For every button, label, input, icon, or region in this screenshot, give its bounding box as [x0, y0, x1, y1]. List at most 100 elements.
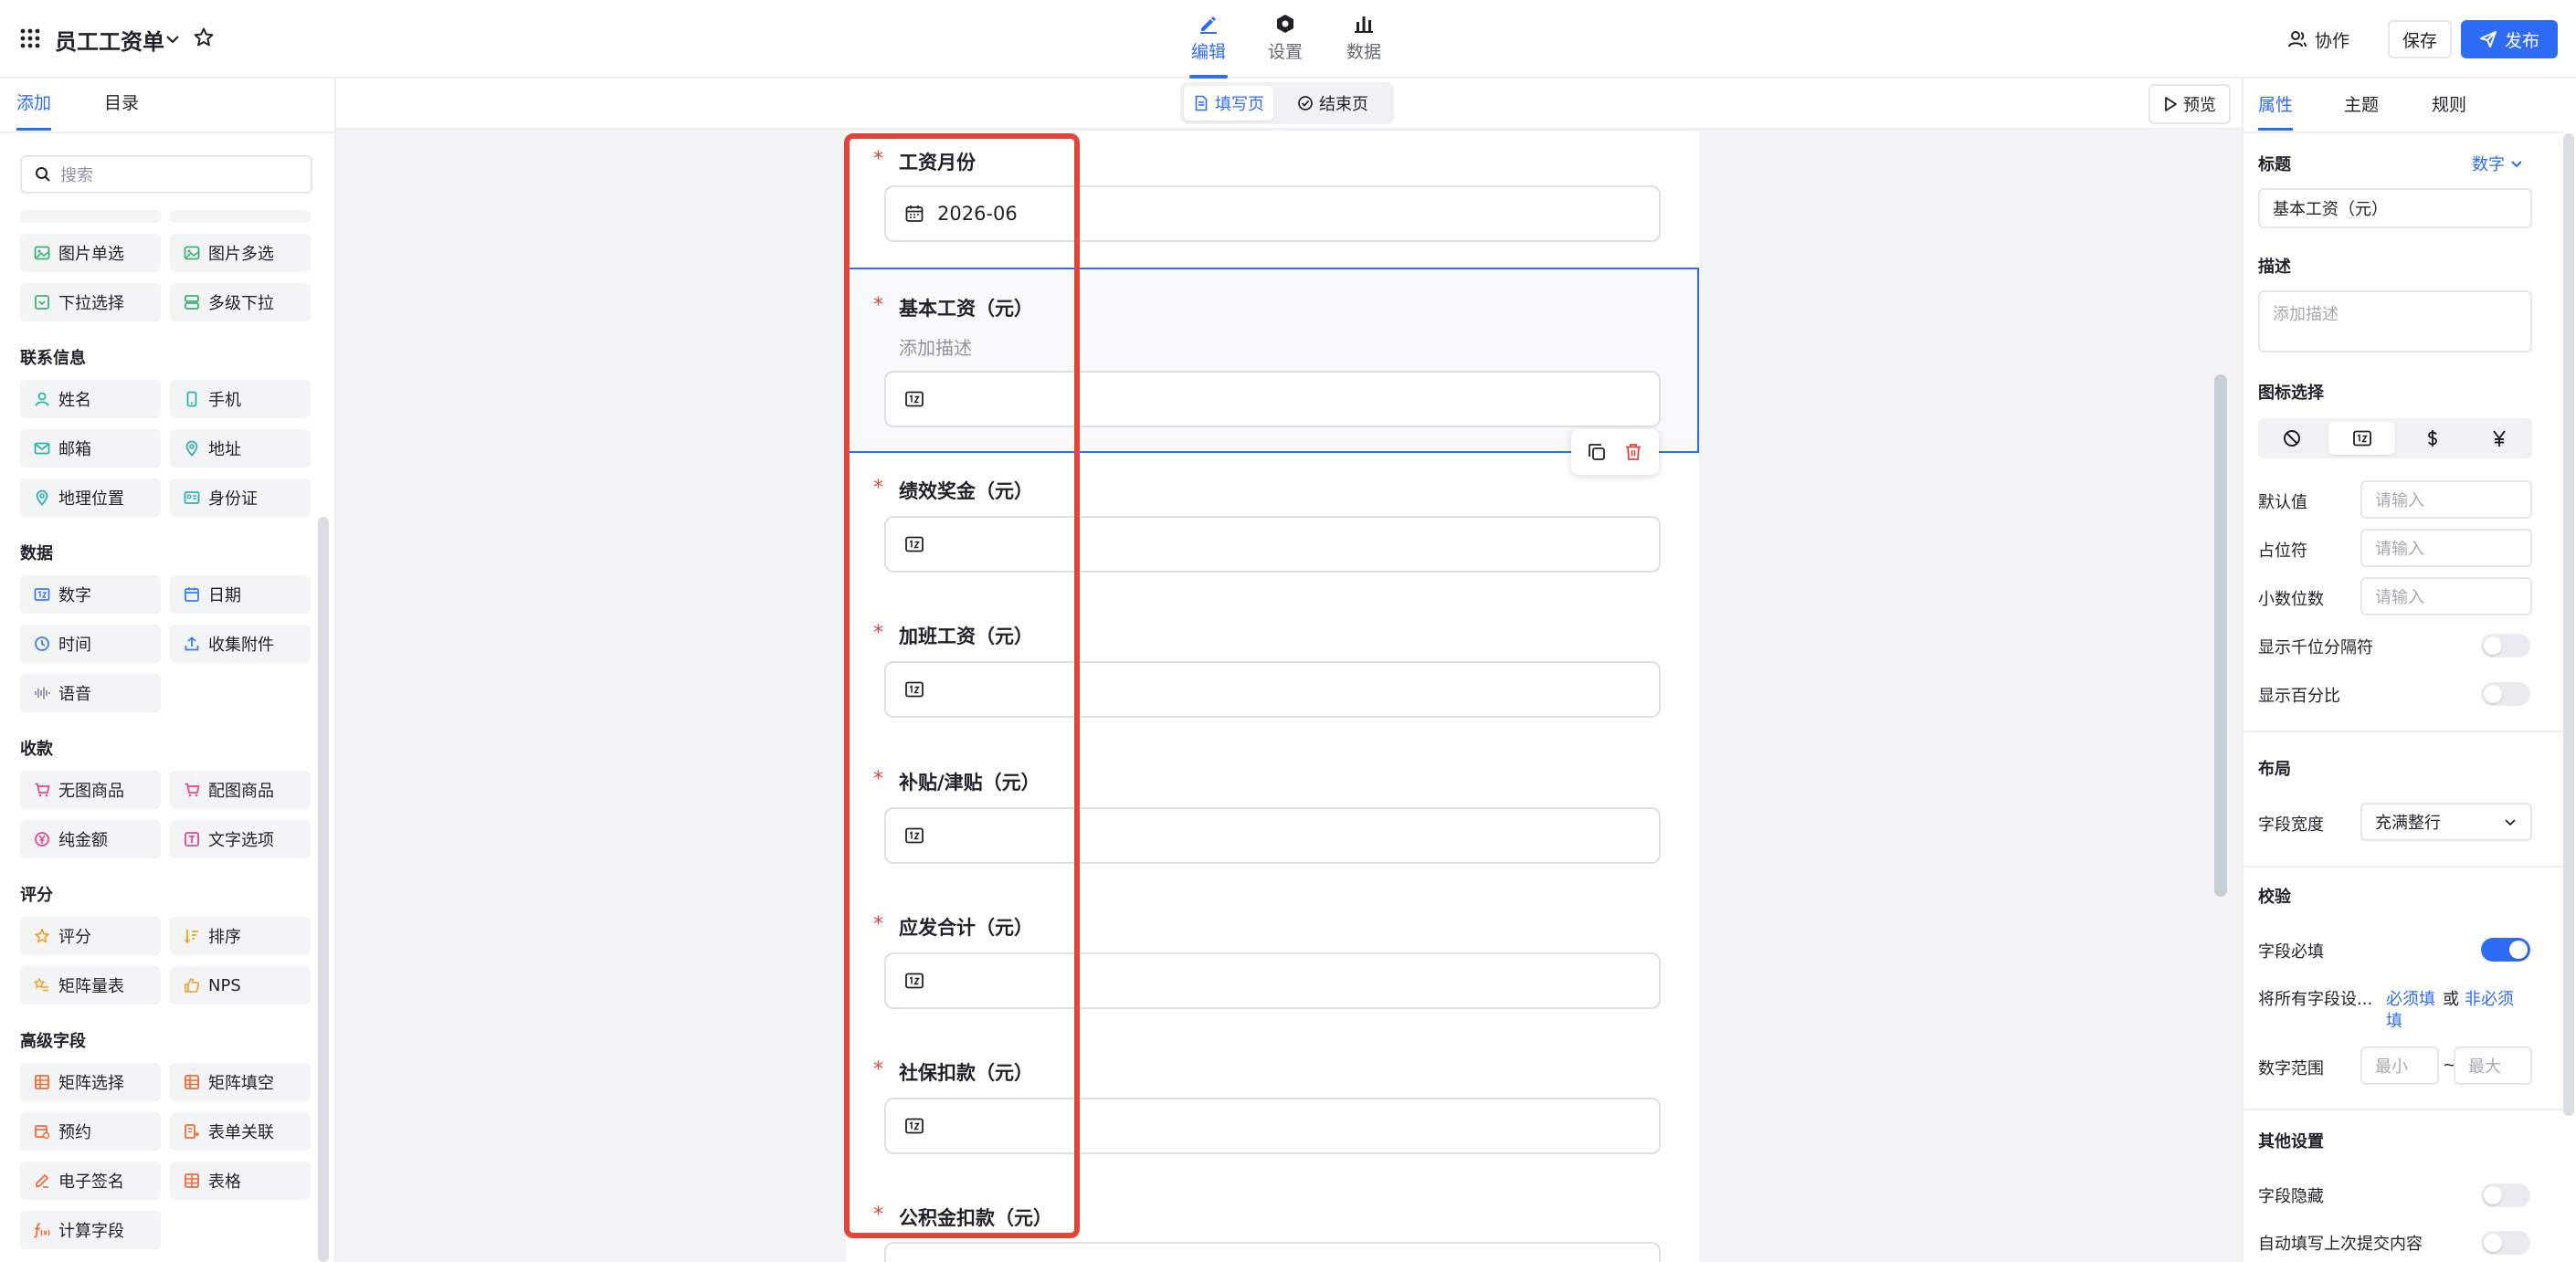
copy-icon[interactable] [1587, 442, 1607, 462]
field-image-multi[interactable]: 图片多选 [170, 234, 311, 272]
left-scrollbar[interactable] [318, 517, 329, 1262]
set-all-required-link[interactable]: 必须填 [2386, 986, 2435, 1010]
field-address[interactable]: 地址 [170, 429, 311, 468]
field-date[interactable]: 日期 [170, 575, 311, 614]
item-label: 无图商品 [58, 782, 124, 801]
canvas-scrollbar[interactable] [2214, 374, 2227, 897]
item-label: 图片多选 [208, 245, 274, 264]
tab-end-page[interactable]: 结束页 [1288, 86, 1378, 121]
item-label: 预约 [58, 1123, 91, 1142]
number-icon-option[interactable] [2328, 422, 2395, 455]
tab-fill-page[interactable]: 填写页 [1184, 86, 1273, 121]
text-box-icon [183, 830, 201, 848]
section-data: 数据 [20, 544, 53, 563]
image-icon [33, 244, 51, 262]
star-icon[interactable] [193, 26, 215, 48]
field-sort[interactable]: 排序 [170, 917, 311, 955]
save-button[interactable]: 保存 [2388, 20, 2452, 58]
placeholder-input[interactable]: 请输入 [2360, 529, 2532, 567]
percent-toggle[interactable] [2481, 682, 2530, 706]
yen-icon-option[interactable] [2465, 418, 2532, 458]
list-item-clipped [20, 210, 161, 223]
field-image-single[interactable]: 图片单选 [20, 234, 161, 272]
item-label: 评分 [58, 928, 91, 947]
field-product-img[interactable]: 配图商品 [170, 771, 311, 809]
field-calculation[interactable]: 计算字段 [20, 1211, 161, 1249]
range-max-input[interactable]: 最大 [2454, 1046, 2532, 1085]
field-product-noimg[interactable]: 无图商品 [20, 771, 161, 809]
field-phone[interactable]: 手机 [170, 380, 311, 418]
left-panel: 添加 目录 搜索 图片单选 图片多选 下拉选择 多级下拉 联系信息 姓名 手机 … [0, 79, 336, 1262]
right-scrollbar[interactable] [2563, 133, 2574, 1116]
field-form-link[interactable]: 表单关联 [170, 1112, 311, 1151]
field-voice[interactable]: 语音 [20, 674, 161, 712]
field-nps[interactable]: NPS [170, 966, 311, 1004]
tab-rules[interactable]: 规则 [2432, 91, 2466, 116]
field-idcard[interactable]: 身份证 [170, 479, 311, 517]
star-icon [33, 927, 51, 945]
title-input[interactable]: 基本工资（元） [2258, 188, 2532, 228]
pen-icon [1200, 16, 1217, 34]
audio-wave-icon [33, 684, 51, 702]
play-icon [2165, 97, 2177, 111]
tab-settings[interactable]: 设置 [1244, 11, 1326, 71]
field-appointment[interactable]: 预约 [20, 1112, 161, 1151]
trash-icon[interactable] [1623, 442, 1643, 462]
field-time[interactable]: 时间 [20, 625, 161, 663]
pin-icon [33, 489, 51, 507]
thousands-separator-toggle[interactable] [2481, 634, 2530, 657]
field-name[interactable]: 姓名 [20, 380, 161, 418]
item-label: 数字 [58, 586, 91, 605]
divider [2243, 131, 2563, 133]
set-all-optional-link[interactable]: 非必须 [2465, 986, 2514, 1010]
description-textarea[interactable]: 添加描述 [2258, 290, 2532, 352]
search-placeholder: 搜索 [60, 166, 93, 185]
publish-button[interactable]: 发布 [2461, 20, 2558, 58]
collab-button[interactable]: 协作 [2282, 20, 2355, 58]
field-width-label: 字段宽度 [2258, 815, 2324, 835]
dollar-icon-option[interactable] [2399, 418, 2465, 458]
tab-data[interactable]: 数据 [1323, 11, 1405, 71]
default-value-label: 默认值 [2258, 493, 2307, 512]
autofill-toggle[interactable] [2481, 1231, 2530, 1255]
hidden-toggle[interactable] [2481, 1183, 2530, 1207]
tab-add[interactable]: 添加 [16, 89, 51, 114]
field-geo[interactable]: 地理位置 [20, 479, 161, 517]
field-dropdown[interactable]: 下拉选择 [20, 283, 161, 321]
tab-properties[interactable]: 属性 [2258, 91, 2293, 116]
field-number[interactable]: 数字 [20, 575, 161, 614]
decimals-input[interactable]: 请输入 [2360, 577, 2532, 615]
form-title[interactable]: 员工工资单 [55, 24, 164, 56]
field-amount[interactable]: 纯金额 [20, 820, 161, 858]
field-rating[interactable]: 评分 [20, 917, 161, 955]
tab-catalog[interactable]: 目录 [104, 89, 139, 114]
tab-theme[interactable]: 主题 [2344, 91, 2379, 116]
icon-select-label: 图标选择 [2258, 384, 2324, 403]
field-type-dropdown[interactable]: 数字 [2472, 152, 2523, 175]
field-table[interactable]: 表格 [170, 1162, 311, 1200]
field-matrix-scale[interactable]: 矩阵量表 [20, 966, 161, 1004]
chevron-down-icon[interactable] [164, 31, 181, 47]
no-icon-option[interactable] [2258, 418, 2325, 458]
required-toggle[interactable] [2481, 938, 2530, 962]
field-email[interactable]: 邮箱 [20, 429, 161, 468]
cart-icon [33, 781, 51, 799]
search-input[interactable]: 搜索 [20, 155, 312, 194]
field-matrix-fill[interactable]: 矩阵填空 [170, 1063, 311, 1101]
default-value-input[interactable]: 请输入 [2360, 480, 2532, 519]
field-cascade[interactable]: 多级下拉 [170, 283, 311, 321]
apps-grid-icon[interactable] [20, 28, 40, 48]
range-min-input[interactable]: 最小 [2360, 1046, 2439, 1085]
tab-edit[interactable]: 编辑 [1167, 11, 1250, 79]
divider [2243, 1109, 2563, 1110]
field-attachment[interactable]: 收集附件 [170, 625, 311, 663]
field-width-select[interactable]: 充满整行 [2360, 803, 2532, 841]
field-text-option[interactable]: 文字选项 [170, 820, 311, 858]
number-input[interactable] [884, 1242, 1661, 1262]
ban-icon [2283, 430, 2300, 447]
preview-button[interactable]: 预览 [2148, 84, 2231, 124]
set-all-optional-link-wrap[interactable]: 填 [2386, 1008, 2402, 1032]
field-signature[interactable]: 电子签名 [20, 1162, 161, 1200]
item-label: 配图商品 [208, 782, 274, 801]
field-matrix-select[interactable]: 矩阵选择 [20, 1063, 161, 1101]
